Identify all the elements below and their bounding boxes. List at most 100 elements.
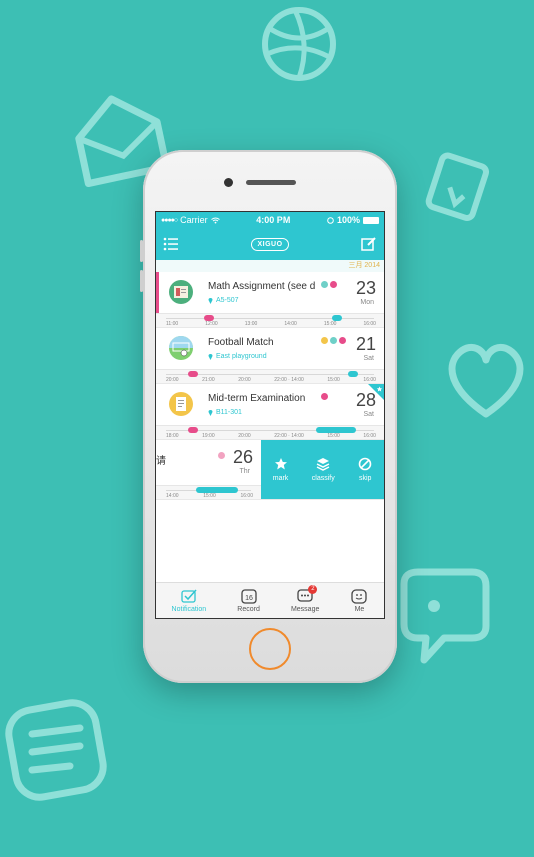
tab-label: Record [237,606,260,613]
tick-label: 20:00 [238,433,251,439]
tick-label: 15:00 [327,433,340,439]
status-time: 4:00 PM [256,215,291,225]
tick-label: 15:00 [327,377,340,383]
basketball-icon [262,7,336,81]
phone-frame: ●●●●○ Carrier 4:00 PM 100% XIGUO 三月 2014… [140,150,397,683]
assignment-avatar [169,280,193,304]
status-dot [339,337,346,344]
classify-button[interactable]: classify [312,457,335,482]
tab-notification[interactable]: Notification [171,588,207,613]
item-timeline: 20:00 21:00 20:00 22:00 · 14:00 15:00 16… [156,369,384,383]
item-location: B11-301 [208,409,242,416]
tab-message[interactable]: 2 Message [291,585,319,613]
tick-label: 14:00 [284,321,297,327]
tab-label: Me [354,606,365,613]
skip-icon [358,457,372,471]
tick-label: 16:00 [363,433,376,439]
skip-button[interactable]: skip [358,457,372,482]
status-dot [321,281,328,288]
item-day: 28 [355,390,376,410]
carrier-label: Carrier [180,215,208,225]
location-pin-icon [208,410,213,416]
tick-label: 16:00 [363,321,376,327]
item-day: 21 [355,334,376,354]
action-label: mark [272,475,289,482]
tab-bar: Notification 16 Record 2 Message Me [156,582,384,618]
tick-label: 16:00 [240,493,253,499]
swipe-actions: mark classify skip [261,440,384,499]
edit-icon[interactable] [360,235,378,253]
item-timeline: 14:00 15:00 16:00 [156,485,261,499]
item-title: Mid-term Examination [208,393,306,404]
item-weekday: Mon [360,299,374,306]
list-icon [5,699,107,801]
battery-icon [362,216,379,224]
orientation-lock-icon [327,216,334,224]
item-badges [321,337,346,344]
screen: ●●●●○ Carrier 4:00 PM 100% XIGUO 三月 2014… [155,211,385,619]
status-dot [218,452,225,459]
tab-label: Notification [171,606,207,613]
tick-label: 12:00 [205,321,218,327]
front-camera [224,178,233,187]
heart-icon [448,344,524,418]
layers-icon [316,458,330,471]
tick-label: 15:00 [203,493,216,499]
notification-icon [181,589,197,603]
tab-record[interactable]: 16 Record [237,588,260,613]
home-button[interactable] [249,628,291,670]
tick-label: 11:00 [166,321,179,327]
calendar-day: 16 [245,595,253,602]
wifi-icon [210,217,220,223]
status-dot [321,393,328,400]
nav-bar: XIGUO [156,228,384,260]
football-avatar [169,336,193,360]
item-title: 请 [156,456,166,467]
exam-avatar [169,392,193,416]
tick-label: 16:00 [363,377,376,383]
swiped-list-item[interactable]: 请 26 Thr 14:00 15:00 16:00 mark classify… [156,440,384,500]
list-item[interactable]: Mid-term Examination B11-301 28 Sat 18:0… [156,384,384,440]
list-item[interactable]: Math Assignment (see d A5-507 23 Mon 11:… [156,272,384,328]
tick-label: 22:00 · 14:00 [274,377,304,383]
profile-icon [351,589,368,604]
item-timeline: 11:00 12:00 13:00 14:00 15:00 16:00 [156,313,384,327]
tick-label: 15:00 [323,321,337,327]
chat-bubble-icon [400,568,490,664]
volume-button [140,240,143,262]
item-location: A5-507 [208,297,239,304]
mark-button[interactable]: mark [272,457,289,482]
app-logo: XIGUO [251,237,289,251]
status-bar: ●●●●○ Carrier 4:00 PM 100% [156,212,384,228]
star-icon [274,458,287,470]
tick-label: 19:00 [202,433,215,439]
item-weekday: Thr [239,468,251,475]
volume-button [140,270,143,292]
message-count-badge: 2 [308,585,318,594]
item-day: 23 [355,278,376,298]
status-dot [330,337,337,344]
list-item[interactable]: Football Match East playground 21 Sat 20… [156,328,384,384]
action-label: classify [311,475,335,482]
item-weekday: Sat [363,355,374,362]
location-pin-icon [208,354,213,360]
item-weekday: Sat [363,411,374,418]
location-text: B11-301 [216,409,242,416]
menu-icon[interactable] [162,235,180,253]
tick-label: 20:00 [166,377,179,383]
tick-label: 14:00 [166,493,179,499]
calendar-icon: 16 [240,589,257,604]
tab-me[interactable]: Me [350,588,368,613]
item-day: 26 [232,447,253,467]
item-location: East playground [208,353,267,360]
status-dot [330,281,337,288]
tick-label: 13:00 [244,321,258,327]
location-text: A5-507 [216,297,239,304]
location-pin-icon [208,298,213,304]
tick-label: 22:00 · 14:00 [274,433,304,439]
tick-label: 18:00 [166,433,179,439]
swiped-item-content[interactable]: 请 26 Thr 14:00 15:00 16:00 [156,440,261,499]
item-badges [321,393,328,400]
item-timeline: 18:00 19:00 20:00 22:00 · 14:00 15:00 16… [156,425,384,439]
location-text: East playground [216,353,267,360]
